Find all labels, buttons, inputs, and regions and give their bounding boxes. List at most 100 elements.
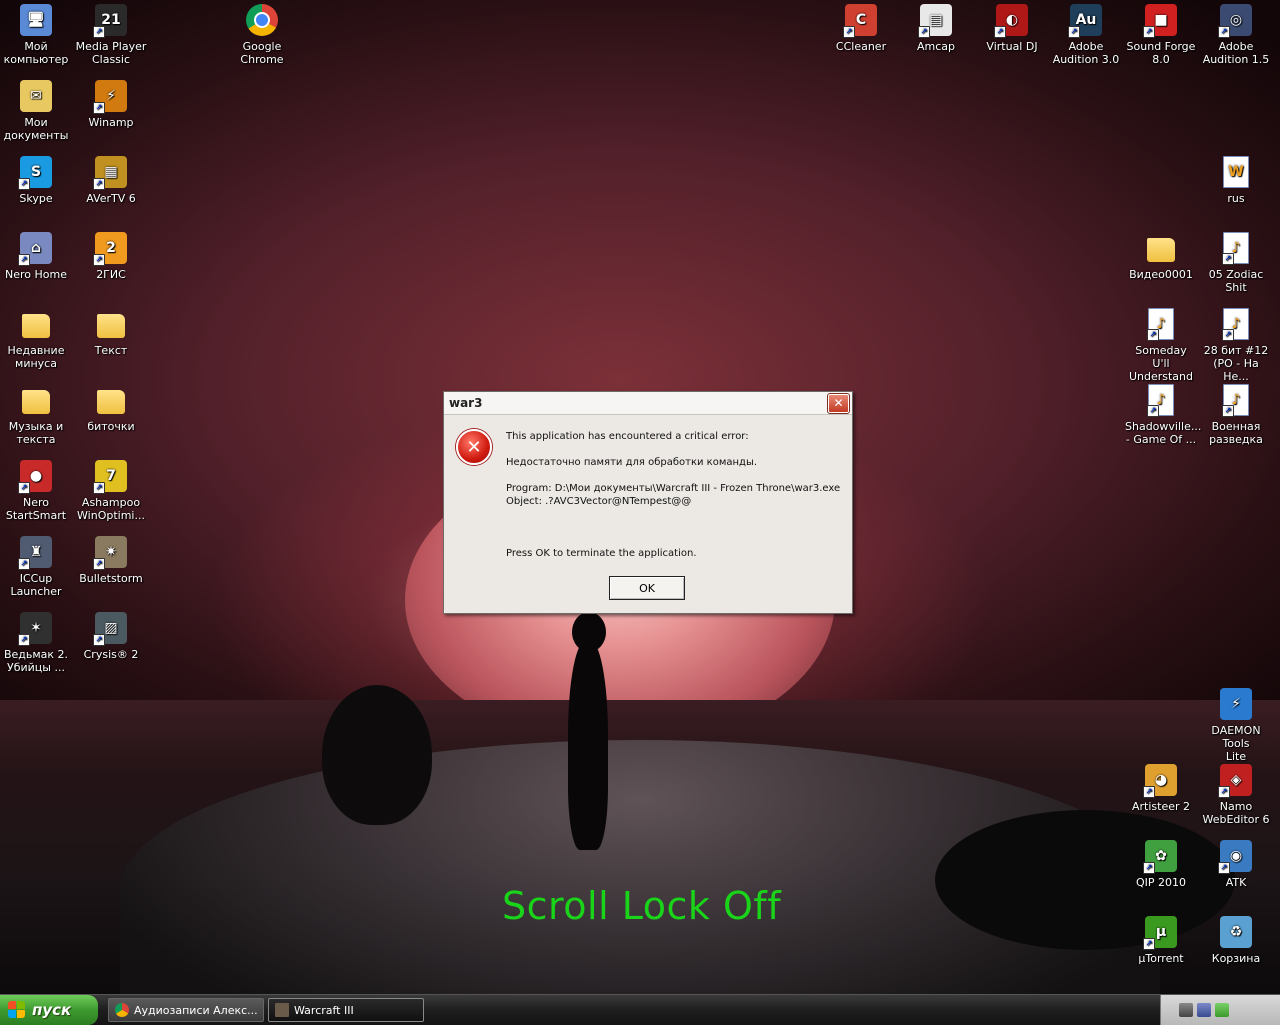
taskbar-item-warcraft[interactable]: Warcraft III (268, 998, 424, 1022)
taskbar-item-label: Warcraft III (294, 1003, 354, 1017)
desktop-icon-мой-компьютер[interactable]: 🖥 Мой компьютер (0, 2, 72, 66)
shortcut-arrow-icon: ↗ (1143, 26, 1155, 38)
desktop-icon-биточки[interactable]: биточки (75, 382, 147, 433)
desktop-icon-label: Namo WebEditor 6 (1202, 800, 1270, 826)
icon-glyph: ◕ (1154, 771, 1168, 788)
error-object: Object: .?AVC3Vector@NTempest@@ (506, 496, 692, 507)
antivirus-icon[interactable] (1179, 1003, 1193, 1017)
desktop-icon-label: CCleaner (835, 40, 887, 53)
desktop-icon-someday-u-ll-understand[interactable]: ♪ ↗ Someday U'll Understand (1125, 306, 1197, 383)
desktop-icon-мои-документы[interactable]: ✉ Мои документы (0, 78, 72, 142)
shortcut-arrow-icon: ↗ (1147, 405, 1159, 417)
desktop-icon-label: Недавние минуса (7, 344, 65, 370)
desktop-icon-media-player-classic[interactable]: 21 ↗ Media Player Classic (75, 2, 147, 66)
desktop-icon-nero-startsmart[interactable]: ● ↗ Nero StartSmart (0, 458, 72, 522)
desktop-icon-label: Someday U'll Understand (1128, 344, 1194, 383)
desktop-icon-музыка-и-текста[interactable]: Музыка и текста (0, 382, 72, 446)
desktop-icon-crysis-2[interactable]: ▨ ↗ Crysis® 2 (75, 610, 147, 661)
desktop-icon-05-zodiac-shit[interactable]: ♪ ↗ 05 Zodiac Shit (1200, 230, 1272, 294)
shortcut-arrow-icon: ↗ (1218, 862, 1230, 874)
shortcut-arrow-icon: ↗ (1218, 26, 1230, 38)
desktop-icon-adobe-audition-1-5[interactable]: ◎ ↗ Adobe Audition 1.5 (1200, 2, 1272, 66)
shortcut-arrow-icon: ↗ (93, 102, 105, 114)
desktop-icon-label: Музыка и текста (8, 420, 64, 446)
desktop-icon-военная-разведка[interactable]: ♪ ↗ Военная разведка (1200, 382, 1272, 446)
desktop-icon-torrent[interactable]: µ ↗ µTorrent (1125, 914, 1197, 965)
desktop-icon-shadowville-game-of[interactable]: ♪ ↗ Shadowville... - Game Of ... (1125, 382, 1202, 446)
desktop-icon-ведьмак-2-убийцы[interactable]: ✶ ↗ Ведьмак 2. Убийцы ... (0, 610, 72, 674)
desktop-icon-ashampoo-winoptimi[interactable]: 7 ↗ Ashampoo WinOptimi... (75, 458, 147, 522)
app-icon: C ↗ (843, 4, 877, 38)
desktop-icon-atk[interactable]: ◉ ↗ ATK (1200, 838, 1272, 889)
app-icon: 🖥 (20, 4, 52, 36)
desktop-icon-label: AVerTV 6 (86, 192, 136, 205)
icon-glyph: ▦ (104, 163, 118, 180)
desktop-icon-2гис[interactable]: 2 ↗ 2ГИС (75, 230, 147, 281)
desktop-icon-namo-webeditor-6[interactable]: ◈ ↗ Namo WebEditor 6 (1200, 762, 1272, 826)
shortcut-arrow-icon: ↗ (18, 178, 30, 190)
icon-glyph: C (855, 11, 867, 28)
desktop-icon-label: Видео0001 (1129, 268, 1193, 281)
desktop-icon-skype[interactable]: S ↗ Skype (0, 154, 72, 205)
ok-button[interactable]: OK (609, 576, 685, 600)
desktop-icon-adobe-audition-3-0[interactable]: Au ↗ Adobe Audition 3.0 (1050, 2, 1122, 66)
taskbar-item-label: Аудиозаписи Алекс... (134, 1003, 258, 1017)
icon-glyph: W (1228, 163, 1244, 180)
wallpaper-silhouette (568, 640, 608, 850)
network-icon[interactable] (1197, 1003, 1211, 1017)
icon-glyph: ◉ (1229, 847, 1243, 864)
desktop-icon-google-chrome[interactable]: Google Chrome (226, 2, 298, 66)
icon-glyph: ✷ (105, 543, 117, 560)
desktop-icon-корзина[interactable]: ♻ Корзина (1200, 914, 1272, 965)
desktop-icon-bulletstorm[interactable]: ✷ ↗ Bulletstorm (75, 534, 147, 585)
app-icon: 2 ↗ (93, 232, 127, 266)
shortcut-arrow-icon: ↗ (1143, 862, 1155, 874)
app-icon: ◉ ↗ (1218, 840, 1252, 874)
shortcut-arrow-icon: ↗ (18, 634, 30, 646)
taskbar: пуск Аудиозаписи Алекс... Warcraft III (0, 994, 1280, 1025)
error-dialog: war3 ✕ ✕ This application has encountere… (443, 391, 853, 614)
desktop-icon-label: Ashampoo WinOptimi... (77, 496, 145, 522)
shortcut-arrow-icon: ↗ (1068, 26, 1080, 38)
app-icon: ▨ ↗ (93, 612, 127, 646)
desktop-icon-ccleaner[interactable]: C ↗ CCleaner (825, 2, 897, 53)
app-icon: ◐ ↗ (994, 4, 1028, 38)
desktop-icon-sound-forge-8-0[interactable]: ■ ↗ Sound Forge 8.0 (1125, 2, 1197, 66)
document-icon: ♪ ↗ (1222, 384, 1249, 417)
desktop-icon-label: Nero Home (5, 268, 67, 281)
folder-icon (22, 390, 50, 414)
desktop-icon-label: Bulletstorm (79, 572, 143, 585)
desktop-icon-недавние-минуса[interactable]: Недавние минуса (0, 306, 72, 370)
icon-glyph: Au (1075, 11, 1097, 28)
desktop-icon-nero-home[interactable]: ⌂ ↗ Nero Home (0, 230, 72, 281)
app-icon: 21 ↗ (93, 4, 127, 38)
shortcut-arrow-icon: ↗ (1222, 405, 1234, 417)
desktop-icon-qip-2010[interactable]: ✿ ↗ QIP 2010 (1125, 838, 1197, 889)
document-icon: ♪ ↗ (1147, 308, 1174, 341)
app-icon: µ ↗ (1143, 916, 1177, 950)
desktop-icon-avertv-6[interactable]: ▦ ↗ AVerTV 6 (75, 154, 147, 205)
start-button[interactable]: пуск (0, 995, 98, 1025)
dialog-titlebar[interactable]: war3 ✕ (444, 392, 852, 415)
desktop-icon-label: Shadowville... - Game Of ... (1125, 420, 1202, 446)
error-message-heading: This application has encountered a criti… (506, 431, 749, 442)
checkmark-icon[interactable] (1215, 1003, 1229, 1017)
desktop-icon-amcap[interactable]: ▤ ↗ Amcap (900, 2, 972, 53)
desktop-icon-28-бит-12-po-на-не[interactable]: ♪ ↗ 28 бит #12 (PO - На Не... (1200, 306, 1272, 383)
desktop-icon-label: Skype (19, 192, 53, 205)
taskbar-item-browser[interactable]: Аудиозаписи Алекс... (108, 998, 264, 1022)
desktop-icon-label: Adobe Audition 3.0 (1052, 40, 1120, 66)
desktop-icon-текст[interactable]: Текст (75, 306, 147, 357)
icon-glyph: µ (1155, 923, 1167, 940)
desktop-icon-artisteer-2[interactable]: ◕ ↗ Artisteer 2 (1125, 762, 1197, 813)
desktop[interactable]: 🖥 Мой компьютер 21 ↗ Media Player Classic ✉ Мо… (0, 0, 1280, 994)
desktop-icon-daemon-tools-lite[interactable]: ⚡ DAEMON Tools Lite (1200, 686, 1272, 763)
desktop-icon-winamp[interactable]: ⚡ ↗ Winamp (75, 78, 147, 129)
icon-glyph: ▨ (104, 619, 118, 636)
app-icon: ▤ ↗ (918, 4, 952, 38)
desktop-icon-видео0001[interactable]: Видео0001 (1125, 230, 1197, 281)
desktop-icon-iccup-launcher[interactable]: ♜ ↗ ICCup Launcher (0, 534, 72, 598)
desktop-icon-rus[interactable]: Wrus (1200, 154, 1272, 205)
close-button[interactable]: ✕ (827, 392, 850, 414)
desktop-icon-virtual-dj[interactable]: ◐ ↗ Virtual DJ (976, 2, 1048, 53)
